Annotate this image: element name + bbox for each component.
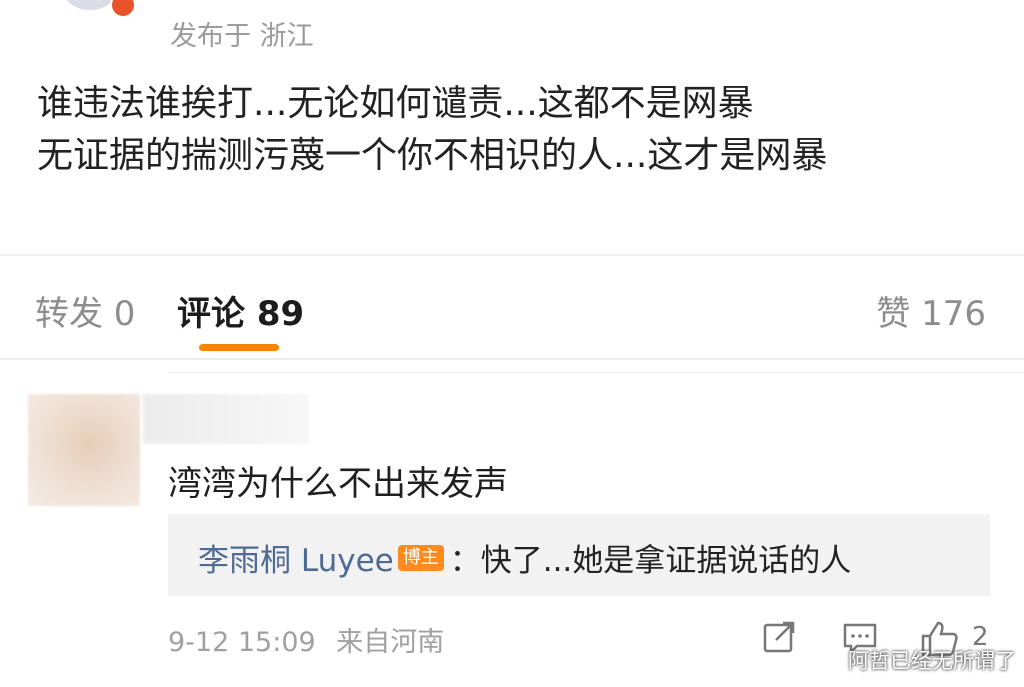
tab-forward[interactable]: 转发 0 xyxy=(35,286,135,335)
divider xyxy=(0,358,1024,360)
post-content-line: 无证据的揣测污蔑一个你不相识的人...这才是网暴 xyxy=(37,135,828,176)
post-location: 发布于 浙江 xyxy=(170,21,314,52)
reply-author-link[interactable]: 李雨桐 Luyee xyxy=(198,535,394,580)
share-icon xyxy=(763,621,795,653)
comment-item: 湾湾为什么不出来发声 李雨桐 Luyee 博主 ：快了...她是拿证据说话的人 … xyxy=(0,372,1024,687)
commenter-avatar[interactable] xyxy=(28,394,140,506)
comment-source: 来自河南 xyxy=(336,627,445,658)
share-button[interactable] xyxy=(762,620,798,660)
verified-badge-icon xyxy=(110,0,136,18)
reply-preview[interactable]: 李雨桐 Luyee 博主 ：快了...她是拿证据说话的人 xyxy=(168,514,990,596)
post-content: 谁违法谁挨打...无论如何谴责...这都不是网暴 无证据的揣测污蔑一个你不相识的… xyxy=(37,78,827,182)
divider xyxy=(168,372,1024,373)
tab-likes[interactable]: 赞 176 xyxy=(876,286,986,335)
blogger-badge: 博主 xyxy=(397,544,444,571)
active-tab-indicator xyxy=(199,344,279,351)
post-content-line: 谁违法谁挨打...无论如何谴责...这都不是网暴 xyxy=(37,83,754,124)
tab-comments[interactable]: 评论 89 xyxy=(177,286,304,335)
comment-meta: 9-12 15:09 来自河南 xyxy=(168,620,444,659)
post-card: 发布于 浙江 谁违法谁挨打...无论如何谴责...这都不是网暴 无证据的揣测污蔑… xyxy=(0,0,1024,254)
comment-time: 9-12 15:09 xyxy=(168,627,316,658)
watermark: 阿哲已经无所谓了 xyxy=(848,649,1016,673)
tab-bar: 转发 0 评论 89 赞 176 xyxy=(0,256,1024,358)
reply-text: ：快了...她是拿证据说话的人 xyxy=(449,543,852,579)
comment-text: 湾湾为什么不出来发声 xyxy=(168,464,508,504)
commenter-name-blurred[interactable] xyxy=(143,394,309,444)
reply-line: 李雨桐 Luyee 博主 ：快了...她是拿证据说话的人 xyxy=(198,535,851,580)
